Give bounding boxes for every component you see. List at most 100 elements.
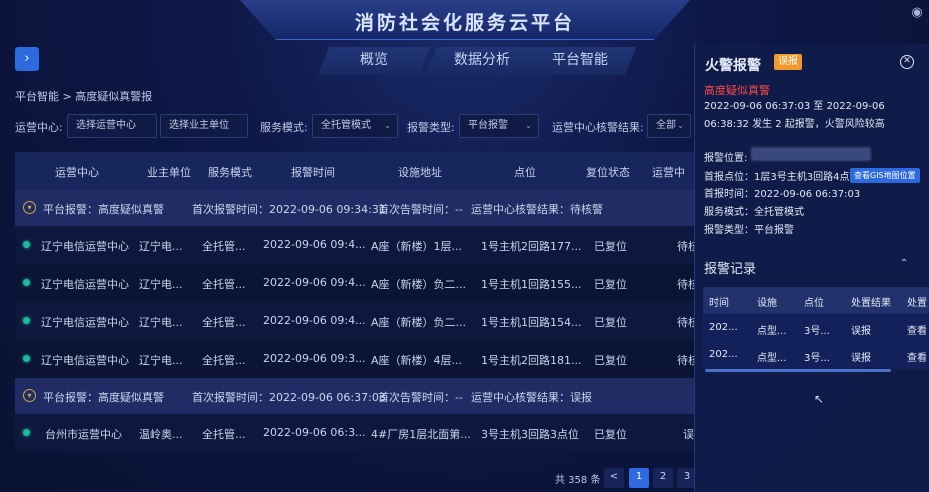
col-verify[interactable]: 运营中 [652, 164, 685, 180]
cell-reset: 已复位 [594, 428, 627, 441]
cell-mode: 全托管... [202, 278, 246, 291]
sidebar-toggle-button[interactable]: › [15, 47, 39, 71]
col-mode[interactable]: 服务模式 [208, 164, 252, 180]
breadcrumb: 平台智能 > 高度疑似真警报 [15, 90, 153, 103]
cell-point: 1号主机1回路154... [481, 316, 582, 329]
app-root: 消防社会化服务云平台 ◉ › 概览 数据分析 平台智能 平台智能 > 高度疑似真… [0, 0, 929, 492]
chevron-down-icon: ⌄ [677, 121, 684, 130]
rec-point: 3号... [804, 326, 830, 337]
page-2-button[interactable]: 2 [653, 468, 673, 488]
records-scrollbar[interactable] [705, 369, 891, 372]
table-row[interactable]: 台州市运营中心 温岭奥... 全托管... 2022-09-06 06:3...… [15, 414, 695, 452]
center-select[interactable]: 选择运营中心 [67, 114, 157, 138]
globe-icon[interactable]: ◉ [910, 6, 924, 20]
cell-center: 辽宁电信运营中心 [41, 354, 129, 367]
alarm-type: 报警类型：平台报警 [704, 225, 794, 236]
rec-facility: 点型... [757, 326, 787, 337]
mode-select[interactable]: 全托管模式 ⌄ [312, 114, 398, 138]
status-badge: 误报 [774, 54, 802, 70]
status-dot [23, 241, 30, 248]
rec-result: 误报 [851, 353, 871, 364]
verify-filter-label: 运营中心核警结果: [552, 121, 644, 134]
cell-owner: 辽宁电... [139, 278, 183, 291]
records-header: 时间 设施 点位 处置结果 处置 [703, 287, 929, 314]
group-row[interactable]: ▾ 平台报警：高度疑似真警 首次报警时间：2022-09-06 06:37:03… [15, 378, 695, 414]
cell-point: 1号主机2回路177... [481, 240, 582, 253]
type-value: 平台报警 [468, 120, 508, 131]
record-row[interactable]: 202... 点型... 3号... 误报 查看 [703, 342, 929, 369]
location-label: 报警位置: [704, 153, 748, 164]
verify-select[interactable]: 全部 ⌄ [647, 114, 691, 138]
cell-owner: 辽宁电... [139, 240, 183, 253]
rec-result: 误报 [851, 326, 871, 337]
rec-col-point: 点位 [804, 298, 824, 309]
col-alarm-time[interactable]: 报警时间 [291, 164, 335, 180]
records-table: 时间 设施 点位 处置结果 处置 202... 点型... 3号... 误报 查… [703, 287, 929, 372]
record-row[interactable]: 202... 点型... 3号... 误报 查看 [703, 315, 929, 342]
rec-view-link[interactable]: 查看 [907, 322, 927, 337]
cell-address: 4#厂房1层北面第... [371, 428, 471, 441]
chevron-down-icon[interactable]: ▾ [23, 201, 36, 214]
table-row[interactable]: 辽宁电信运营中心 辽宁电... 全托管... 2022-09-06 09:4..… [15, 226, 695, 264]
group-title: 平台报警：高度疑似真警 [43, 391, 164, 404]
page-1-button[interactable]: 1 [629, 468, 649, 488]
chevron-right-icon: › [24, 51, 30, 66]
cell-point: 3号主机3回路3点位 [481, 428, 579, 441]
cell-verify: 待核 [677, 278, 695, 291]
rec-view-link[interactable]: 查看 [907, 349, 927, 364]
table-row[interactable]: 辽宁电信运营中心 辽宁电... 全托管... 2022-09-06 09:4..… [15, 264, 695, 302]
group-first-alarm: 首次报警时间：2022-09-06 06:37:03 [192, 391, 386, 404]
alarm-description: 2022-09-06 06:37:03 至 2022-09-06 06:38:3… [704, 101, 885, 130]
type-select[interactable]: 平台报警 ⌄ [459, 114, 539, 138]
table-row[interactable]: 辽宁电信运营中心 辽宁电... 全托管... 2022-09-06 09:3..… [15, 340, 695, 378]
mode-filter-label: 服务模式: [260, 121, 308, 134]
col-owner[interactable]: 业主单位 [147, 164, 191, 180]
first-time: 首报时间：2022-09-06 06:37:03 [704, 189, 861, 200]
tab-overview[interactable]: 概览 [318, 47, 430, 75]
col-point[interactable]: 点位 [514, 164, 536, 180]
cell-alarm-time: 2022-09-06 09:4... [263, 314, 366, 327]
panel-title: 火警报警 [705, 58, 761, 74]
tab-platform-ai[interactable]: 平台智能 [524, 47, 636, 75]
mouse-cursor-icon: ↖ [814, 392, 825, 406]
fire-alarm-panel: 火警报警 误报 ✕ 高度疑似真警 2022-09-06 06:37:03 至 2… [694, 44, 929, 492]
pagination-total: 共 358 条 [555, 475, 601, 486]
rec-col-action: 处置 [907, 298, 927, 309]
cell-address: A座（新楼）负二... [371, 316, 467, 329]
rec-time: 202... [709, 349, 738, 360]
cell-reset: 已复位 [594, 278, 627, 291]
tab-data-analysis[interactable]: 数据分析 [426, 47, 538, 75]
col-address[interactable]: 设施地址 [398, 164, 442, 180]
first-point: 首报点位：1层3号主机3回路4点位 [704, 172, 860, 183]
cell-reset: 已复位 [594, 354, 627, 367]
group-row[interactable]: ▾ 平台报警：高度疑似真警 首次报警时间：2022-09-06 09:34:31… [15, 190, 695, 226]
chevron-up-icon[interactable]: ⌃ [900, 258, 908, 269]
page-title: 消防社会化服务云平台 [354, 12, 575, 34]
cell-address: A座（新楼）1层... [371, 240, 463, 253]
cell-alarm-time: 2022-09-06 09:4... [263, 238, 366, 251]
service-mode: 服务模式：全托管模式 [704, 207, 804, 218]
group-first-alarm: 首次报警时间：2022-09-06 09:34:31 [192, 203, 386, 216]
rec-time: 202... [709, 322, 738, 333]
group-first-report: 首次告警时间：-- [378, 391, 463, 404]
chevron-down-icon[interactable]: ▾ [23, 389, 36, 402]
table-row[interactable]: 辽宁电信运营中心 辽宁电... 全托管... 2022-09-06 09:4..… [15, 302, 695, 340]
status-dot [23, 355, 30, 362]
cell-verify: 待核 [677, 316, 695, 329]
col-reset[interactable]: 复位状态 [586, 164, 630, 180]
center-filter-label: 运营中心: [15, 121, 63, 134]
col-center[interactable]: 运营中心 [55, 164, 99, 180]
cell-mode: 全托管... [202, 240, 246, 253]
cell-point: 1号主机2回路181... [481, 354, 582, 367]
gis-map-button[interactable]: 查看GIS地图位置 [850, 168, 920, 183]
cell-center: 辽宁电信运营中心 [41, 278, 129, 291]
group-first-report: 首次告警时间：-- [378, 203, 463, 216]
prev-page-button[interactable]: < [604, 468, 624, 488]
owner-select[interactable]: 选择业主单位 [160, 114, 248, 138]
rec-col-time: 时间 [709, 298, 729, 309]
cell-center: 辽宁电信运营中心 [41, 240, 129, 253]
close-icon[interactable]: ✕ [900, 55, 914, 69]
rec-facility: 点型... [757, 353, 787, 364]
rec-point: 3号... [804, 353, 830, 364]
cell-address: A座（新楼）负二... [371, 278, 467, 291]
